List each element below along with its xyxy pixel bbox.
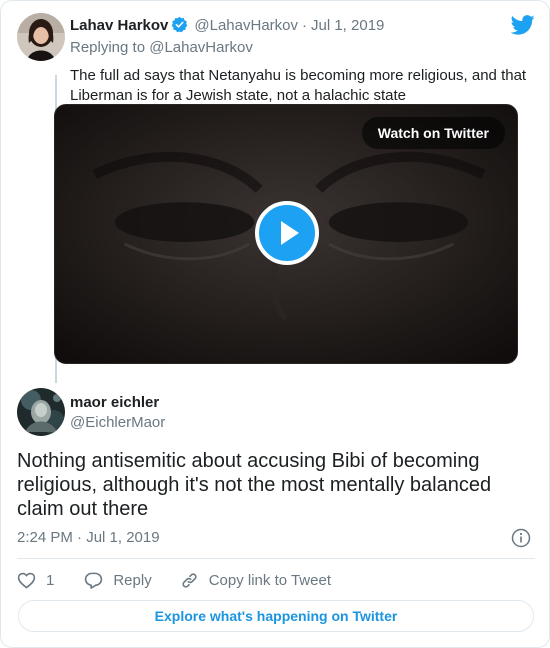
watch-on-twitter-button[interactable]: Watch on Twitter [361, 117, 505, 149]
twitter-bird-icon[interactable] [510, 15, 535, 35]
reply-label: Reply [113, 571, 152, 589]
parent-tweet-date[interactable]: Jul 1, 2019 [311, 15, 384, 37]
parent-author-handle[interactable]: @LahavHarkov [194, 15, 298, 37]
reply-icon [85, 572, 103, 589]
parent-author-name[interactable]: Lahav Harkov [70, 15, 168, 37]
explore-button[interactable]: Explore what's happening on Twitter [18, 600, 534, 632]
main-tweet-text: Nothing antisemitic about accusing Bibi … [17, 450, 492, 520]
play-icon[interactable] [255, 201, 319, 265]
info-icon[interactable] [511, 528, 531, 548]
replying-to[interactable]: Replying to @LahavHarkov [70, 38, 535, 58]
parent-tweet-text: The full ad says that Netanyahu is becom… [70, 67, 527, 104]
like-count: 1 [46, 571, 55, 589]
header-separator: · [302, 17, 307, 34]
heart-icon [17, 572, 36, 588]
main-avatar[interactable] [17, 388, 65, 436]
reply-button[interactable]: Reply [84, 571, 152, 590]
parent-tweet-body: Lahav Harkov @LahavHarkov · Jul 1, 2019 … [70, 13, 535, 106]
tweet-actions: 1 Reply Copy link to Tweet [17, 569, 359, 591]
link-icon [182, 572, 197, 588]
parent-tweet-header: Lahav Harkov @LahavHarkov · Jul 1, 2019 [70, 13, 535, 37]
verified-badge-icon [171, 16, 188, 33]
tweet-timestamp[interactable]: 2:24 PM · Jul 1, 2019 [17, 528, 160, 548]
like-button[interactable]: 1 [17, 571, 54, 590]
copy-link-label: Copy link to Tweet [208, 571, 331, 589]
tweet-embed-card: Lahav Harkov @LahavHarkov · Jul 1, 2019 … [0, 0, 550, 648]
parent-avatar[interactable] [17, 13, 65, 61]
main-author-handle[interactable]: @EichlerMaor [70, 413, 165, 433]
copy-link-button[interactable]: Copy link to Tweet [180, 571, 331, 590]
divider [17, 558, 535, 559]
video-thumbnail[interactable]: Watch on Twitter [54, 104, 518, 364]
main-author-name[interactable]: maor eichler [70, 393, 159, 413]
